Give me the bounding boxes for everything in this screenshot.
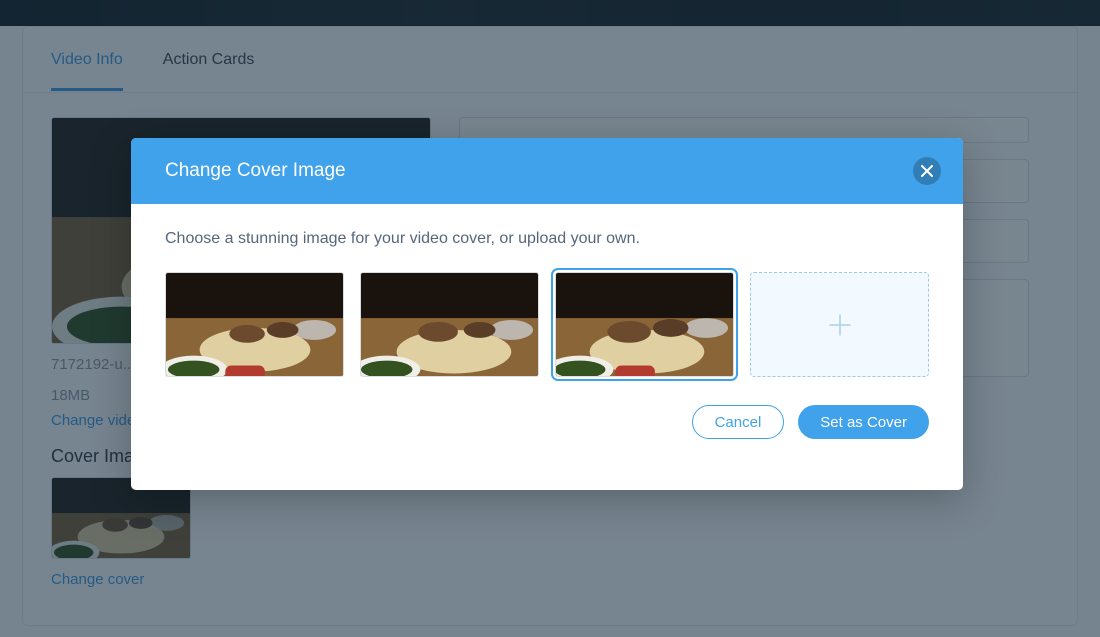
modal-description: Choose a stunning image for your video c… [165,230,929,248]
plus-icon [826,311,854,339]
cover-options-row [165,272,929,377]
upload-cover-slot[interactable] [750,272,929,377]
modal-title: Change Cover Image [165,160,346,182]
modal-overlay[interactable]: Change Cover Image Choose a stunning ima… [0,0,1100,637]
cover-option-2[interactable] [360,272,539,377]
cancel-button[interactable]: Cancel [692,405,785,439]
modal-body: Choose a stunning image for your video c… [131,204,963,377]
close-button[interactable] [913,157,941,185]
cover-option-3[interactable] [555,272,734,377]
modal-header: Change Cover Image [131,138,963,204]
set-as-cover-button[interactable]: Set as Cover [798,405,929,439]
cover-option-1[interactable] [165,272,344,377]
modal-footer: Cancel Set as Cover [131,377,963,439]
close-icon [921,165,933,177]
change-cover-modal: Change Cover Image Choose a stunning ima… [131,138,963,490]
